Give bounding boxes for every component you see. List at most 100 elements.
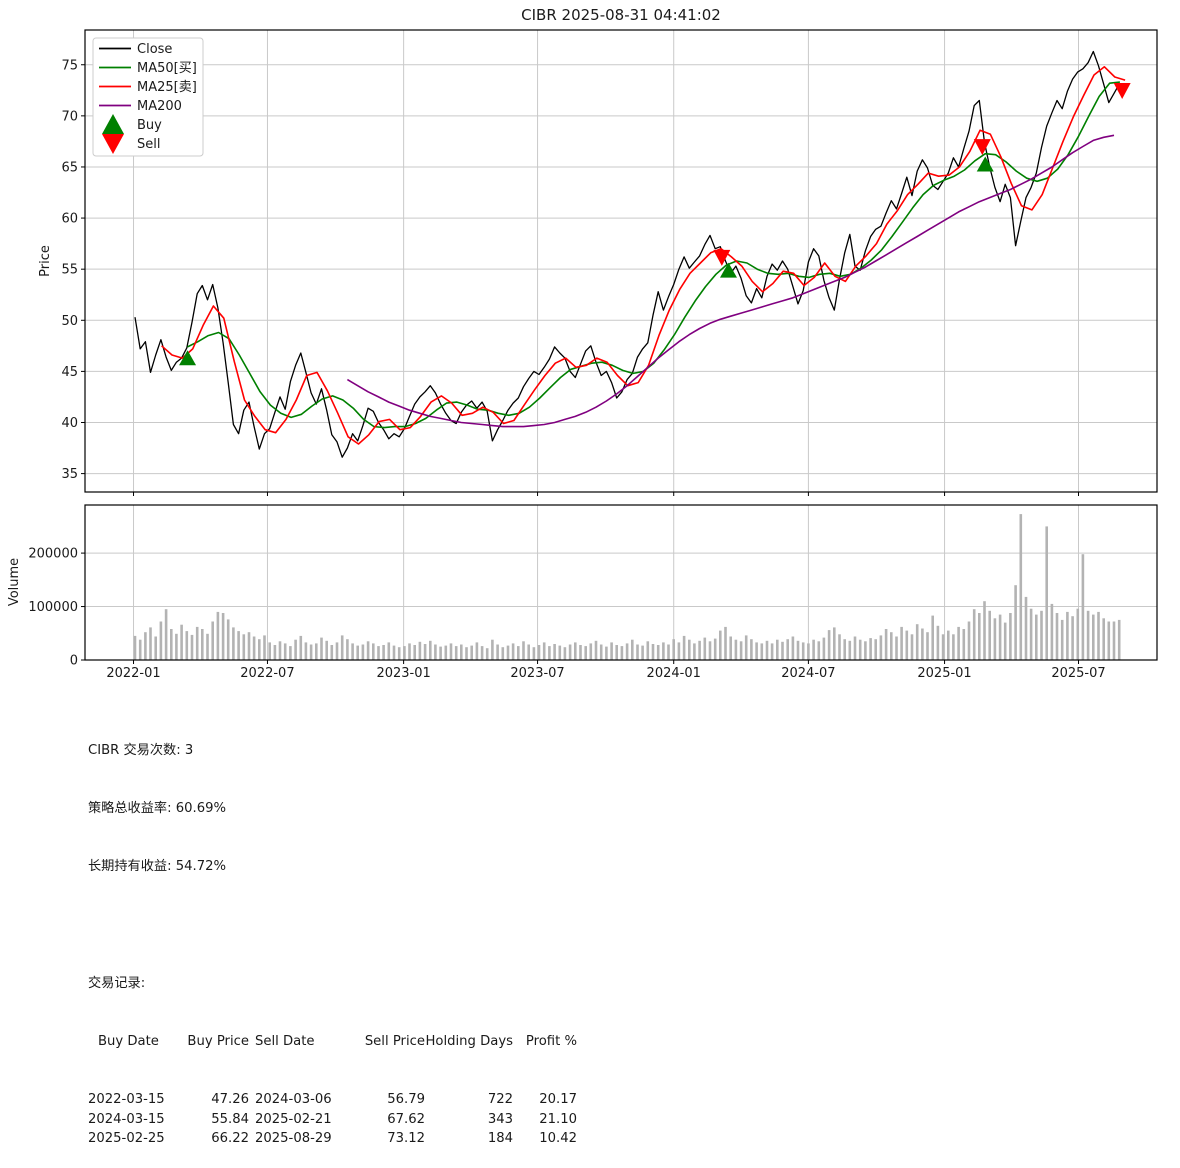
volume-bar (367, 641, 370, 660)
volume-bar (186, 631, 189, 660)
volume-bar (724, 627, 727, 660)
trade-cell: 184 (425, 1129, 513, 1148)
volume-bar (983, 601, 986, 660)
volume-bar (678, 642, 681, 660)
volume-bar (719, 631, 722, 660)
buy-marker (720, 263, 737, 278)
trade-cell: 2025-02-21 (249, 1110, 333, 1129)
volume-bar (1009, 613, 1012, 660)
volume-bar (403, 646, 406, 660)
volume-bar (952, 634, 955, 660)
volume-bar (144, 632, 147, 660)
volume-bar (445, 646, 448, 660)
volume-bar (408, 643, 411, 660)
price-tick-label: 55 (61, 263, 78, 278)
volume-bar (476, 642, 479, 660)
volume-bar (191, 635, 194, 660)
volume-bar (911, 634, 914, 660)
volume-bar (388, 642, 391, 660)
trade-cell: 2025-02-25 (88, 1129, 168, 1148)
volume-bar (626, 643, 629, 660)
volume-bar (331, 645, 334, 660)
volume-bar (569, 645, 572, 661)
col-sell-price: Sell Price (333, 1032, 425, 1051)
trade-cell: 73.12 (333, 1129, 425, 1148)
volume-bar (843, 639, 846, 660)
volume-bar (564, 647, 567, 660)
volume-bar (253, 637, 256, 661)
volume-bar (916, 624, 919, 660)
volume-bar (139, 640, 142, 660)
volume-bar (502, 647, 505, 660)
volume-bar (450, 643, 453, 660)
volume-bar (263, 635, 266, 660)
trade-cell: 67.62 (333, 1110, 425, 1129)
volume-bar (460, 645, 463, 661)
trade-log-heading: 交易记录: (88, 974, 577, 993)
chart-title: CIBR 2025-08-31 04:41:02 (521, 6, 721, 24)
legend-label: Sell (137, 137, 160, 152)
volume-bar (755, 642, 758, 660)
volume-bar (621, 646, 624, 660)
volume-bar (999, 615, 1002, 660)
trade-row: 2022-03-1547.262024-03-0656.7972220.17 (88, 1090, 577, 1109)
volume-bar (341, 635, 344, 660)
sell-marker (713, 250, 730, 266)
volume-bar (470, 646, 473, 660)
volume-bar (268, 642, 271, 660)
trade-cell: 21.10 (513, 1110, 577, 1129)
volume-bar (522, 641, 525, 660)
x-tick-label: 2024-01 (647, 666, 701, 681)
volume-bar (797, 641, 800, 660)
volume-bar (362, 645, 365, 661)
volume-bar (776, 640, 779, 660)
volume-bar (838, 634, 841, 660)
volume-bar (160, 622, 163, 661)
volume-bar (688, 640, 691, 660)
sell-marker (1114, 83, 1131, 99)
volume-bar (377, 646, 380, 660)
volume-bar (486, 648, 489, 660)
x-tick-label: 2023-01 (376, 666, 430, 681)
volume-bar (393, 646, 396, 660)
volume-bar (481, 646, 484, 660)
price-tick-label: 60 (61, 212, 78, 227)
trade-cell: 722 (425, 1090, 513, 1109)
volume-bar (320, 638, 323, 660)
volume-bar (729, 637, 732, 661)
series-lines (135, 52, 1125, 458)
volume-bar (434, 645, 437, 661)
volume-bar (1004, 623, 1007, 660)
volume-bar (274, 645, 277, 660)
volume-bar (1118, 620, 1121, 660)
spacer (88, 915, 577, 934)
volume-bar (294, 640, 297, 660)
volume-bar (906, 631, 909, 660)
volume-bar (667, 645, 670, 661)
trade-cell: 20.17 (513, 1090, 577, 1109)
price-axis-label: Price (38, 245, 53, 277)
trade-cell: 343 (425, 1110, 513, 1129)
sell-marker (974, 139, 991, 155)
volume-bar (429, 641, 432, 660)
volume-bar (154, 637, 157, 661)
volume-bar (761, 643, 764, 660)
volume-bar (662, 642, 665, 660)
volume-bar (833, 627, 836, 660)
volume-bars (134, 514, 1121, 660)
volume-bar (165, 609, 168, 660)
volume-bar (424, 644, 427, 660)
volume-bar (900, 627, 903, 660)
volume-bar (517, 646, 520, 660)
legend-label: Buy (137, 118, 162, 133)
volume-bar (465, 647, 468, 660)
x-tick-label: 2025-07 (1051, 666, 1105, 681)
volume-bar (641, 646, 644, 660)
volume-bar (963, 629, 966, 660)
volume-bar (372, 643, 375, 660)
x-tick-label: 2022-07 (240, 666, 294, 681)
volume-bar (895, 637, 898, 661)
volume-bar (807, 643, 810, 660)
col-buy-date: Buy Date (88, 1032, 168, 1051)
volume-bar (968, 622, 971, 661)
